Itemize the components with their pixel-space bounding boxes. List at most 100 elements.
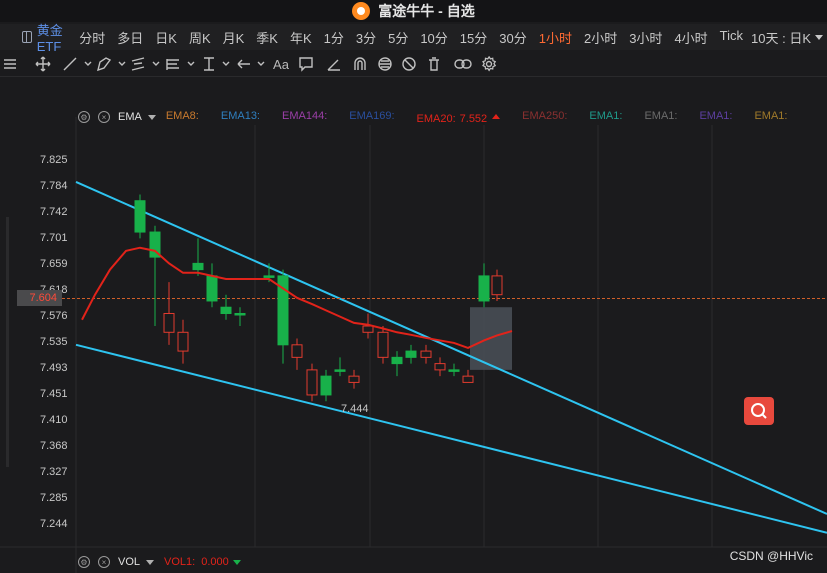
ema-entry: EMA1: xyxy=(644,110,677,125)
indicator-name[interactable]: EMA xyxy=(118,111,142,123)
period-tab[interactable]: 周K xyxy=(185,28,219,47)
menu-icon[interactable] xyxy=(0,54,20,74)
ema-entries: EMA8: EMA13: EMA144: EMA169: EMA20: 7.552 EMA2… xyxy=(166,110,810,125)
futu-logo-icon xyxy=(352,2,371,20)
candle-body xyxy=(462,375,474,383)
ema-label: EMA1: xyxy=(589,109,623,122)
period-tab[interactable]: 5分 xyxy=(384,28,416,47)
period-tab[interactable]: 1小时 xyxy=(535,28,580,47)
link-icon[interactable] xyxy=(453,54,473,74)
period-tab[interactable]: 1分 xyxy=(320,28,352,47)
ema-entry: EMA1: xyxy=(699,110,732,125)
period-tab[interactable]: 年K xyxy=(286,28,320,47)
low-price-label: 7.444 xyxy=(341,403,369,415)
settings-icon[interactable]: ⚙ xyxy=(78,111,90,123)
price-tick-label: 7.825 xyxy=(40,154,68,166)
period-tab[interactable]: 日K xyxy=(151,28,185,47)
chevron-down-icon[interactable] xyxy=(147,114,156,124)
search-icon xyxy=(751,403,767,419)
price-tick-label: 7.659 xyxy=(40,258,68,270)
window-title: 富途牛牛 - 自选 xyxy=(378,3,475,19)
trash-icon[interactable] xyxy=(424,54,444,74)
channel-icon[interactable] xyxy=(128,54,148,74)
period-tab[interactable]: 3小时 xyxy=(625,28,670,47)
candle-body xyxy=(434,363,446,371)
ema-label: EMA20: xyxy=(416,112,456,125)
period-tab[interactable]: 分时 xyxy=(75,28,113,47)
price-tick-label: 7.285 xyxy=(40,492,68,505)
eraser-icon[interactable] xyxy=(399,54,419,74)
candle-body xyxy=(234,312,246,316)
ema-value: 7.552 xyxy=(459,112,488,125)
candle-body xyxy=(362,325,374,333)
ema-label: EMA1: xyxy=(699,109,733,122)
volume-value: 0.000 xyxy=(201,556,229,568)
ema-entry: EMA1: xyxy=(754,110,787,125)
indicator-legend: ⚙ × EMA EMA8: EMA13: EMA144: EMA169: EMA20: 7… xyxy=(78,108,809,126)
ema-label: EMA250: xyxy=(522,109,568,122)
candle-body xyxy=(291,344,303,358)
period-tab[interactable]: 季K xyxy=(252,28,286,47)
close-icon[interactable]: × xyxy=(98,556,110,568)
sidebar-toggle-icon[interactable] xyxy=(22,31,32,43)
current-price-tag: 7.604 xyxy=(17,290,62,307)
crosshair-icon[interactable] xyxy=(33,54,53,74)
candle-body xyxy=(177,331,189,352)
ema-label: EMA1: xyxy=(644,109,678,122)
period-tab[interactable]: 3分 xyxy=(352,28,384,47)
up-arrow-icon xyxy=(492,110,501,119)
ema-entry: EMA169: xyxy=(349,110,394,125)
price-tick-label: 7.327 xyxy=(40,466,68,478)
close-icon[interactable]: × xyxy=(98,111,110,123)
volume-name[interactable]: VOL xyxy=(118,556,140,568)
period-tab[interactable]: 2小时 xyxy=(580,28,625,47)
price-chart[interactable] xyxy=(0,77,827,573)
ema-entry: EMA8: xyxy=(166,110,199,125)
stock-symbol[interactable]: 黄金ETF xyxy=(37,20,70,54)
candle-body xyxy=(478,275,490,302)
settings-icon[interactable]: ⚙ xyxy=(78,556,90,568)
period-tab[interactable]: 15分 xyxy=(456,28,495,47)
volume-legend: ⚙ × VOL VOL1: 0.000 xyxy=(78,553,241,571)
brush-icon[interactable] xyxy=(324,54,344,74)
period-tab[interactable]: 多日 xyxy=(113,28,151,47)
line-icon[interactable] xyxy=(60,54,80,74)
price-tick-label: 7.410 xyxy=(40,414,68,426)
price-tick-label: 7.701 xyxy=(40,231,68,244)
chevron-down-icon[interactable] xyxy=(181,54,201,74)
ema-entry: EMA1: xyxy=(589,110,622,125)
text-icon[interactable]: Aa xyxy=(270,54,292,74)
ema-label: EMA169: xyxy=(349,109,395,122)
visibility-icon[interactable] xyxy=(375,54,395,74)
chevron-down-icon[interactable] xyxy=(216,54,236,74)
note-icon[interactable] xyxy=(296,54,316,74)
chevron-down-icon[interactable] xyxy=(251,54,271,74)
candle-body xyxy=(491,275,503,296)
period-tab[interactable]: Tick xyxy=(716,28,751,47)
candle-body xyxy=(306,369,318,396)
ema-entry: EMA13: xyxy=(221,110,260,125)
period-tab[interactable]: 月K xyxy=(219,28,253,47)
ema-entry: EMA20: 7.552 xyxy=(417,110,501,125)
period-tab[interactable]: 10分 xyxy=(416,28,455,47)
period-tab[interactable]: 4小时 xyxy=(670,28,715,47)
magnet-icon[interactable] xyxy=(350,54,370,74)
search-button[interactable] xyxy=(744,397,774,425)
price-tick-label: 7.535 xyxy=(40,335,68,348)
pen-icon[interactable] xyxy=(94,54,114,74)
chart-area[interactable]: 7.8257.7847.7427.7017.6597.6187.5767.535… xyxy=(0,77,827,573)
price-tick-label: 7.493 xyxy=(40,362,68,374)
candle-body xyxy=(263,275,275,278)
price-tick-label: 7.451 xyxy=(40,388,68,401)
candle-body xyxy=(348,375,360,383)
range-select[interactable]: 10天 : 日K xyxy=(751,28,823,47)
period-tab[interactable]: 30分 xyxy=(495,28,534,47)
trendline xyxy=(75,181,827,515)
fib-icon[interactable] xyxy=(163,54,183,74)
candle-body xyxy=(334,369,346,372)
price-tick-label: 7.784 xyxy=(40,179,68,192)
chevron-down-icon[interactable] xyxy=(146,559,155,569)
settings-icon[interactable] xyxy=(479,54,499,74)
candle-body xyxy=(391,356,403,365)
candle-body xyxy=(377,331,389,358)
